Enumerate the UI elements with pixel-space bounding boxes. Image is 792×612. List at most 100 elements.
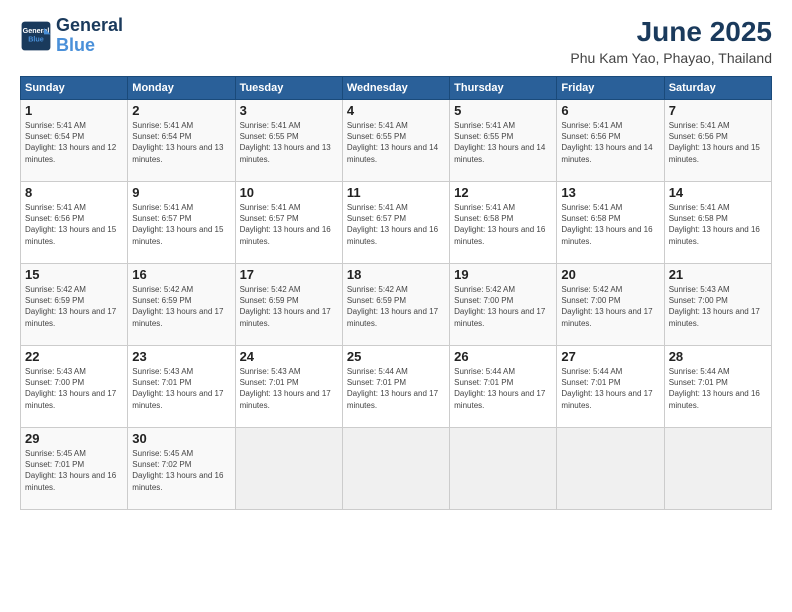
day-info: Sunrise: 5:42 AMSunset: 6:59 PMDaylight:… (25, 285, 116, 328)
day-info: Sunrise: 5:41 AMSunset: 6:57 PMDaylight:… (240, 203, 331, 246)
day-number: 15 (25, 267, 123, 282)
calendar-cell: 14Sunrise: 5:41 AMSunset: 6:58 PMDayligh… (664, 182, 771, 264)
day-info: Sunrise: 5:41 AMSunset: 6:56 PMDaylight:… (669, 121, 760, 164)
calendar-cell: 27Sunrise: 5:44 AMSunset: 7:01 PMDayligh… (557, 346, 664, 428)
day-number: 5 (454, 103, 552, 118)
col-tuesday: Tuesday (235, 77, 342, 100)
day-info: Sunrise: 5:41 AMSunset: 6:55 PMDaylight:… (347, 121, 438, 164)
col-monday: Monday (128, 77, 235, 100)
day-number: 9 (132, 185, 230, 200)
day-number: 2 (132, 103, 230, 118)
day-info: Sunrise: 5:41 AMSunset: 6:56 PMDaylight:… (25, 203, 116, 246)
day-number: 25 (347, 349, 445, 364)
day-number: 26 (454, 349, 552, 364)
calendar-cell (235, 428, 342, 510)
calendar-cell: 17Sunrise: 5:42 AMSunset: 6:59 PMDayligh… (235, 264, 342, 346)
day-info: Sunrise: 5:41 AMSunset: 6:58 PMDaylight:… (669, 203, 760, 246)
day-number: 18 (347, 267, 445, 282)
day-info: Sunrise: 5:43 AMSunset: 7:00 PMDaylight:… (25, 367, 116, 410)
calendar-cell (557, 428, 664, 510)
day-number: 19 (454, 267, 552, 282)
logo-text: General Blue (56, 16, 123, 56)
day-info: Sunrise: 5:42 AMSunset: 6:59 PMDaylight:… (347, 285, 438, 328)
logo: General Blue General Blue (20, 16, 123, 56)
day-number: 7 (669, 103, 767, 118)
col-thursday: Thursday (450, 77, 557, 100)
calendar-row: 1 Sunrise: 5:41 AMSunset: 6:54 PMDaylight… (21, 100, 772, 182)
calendar-cell: 10 Sunrise: 5:41 AMSunset: 6:57 PMDayligh… (235, 182, 342, 264)
calendar-cell: 16Sunrise: 5:42 AMSunset: 6:59 PMDayligh… (128, 264, 235, 346)
col-friday: Friday (557, 77, 664, 100)
calendar-cell (450, 428, 557, 510)
calendar-cell: 22 Sunrise: 5:43 AMSunset: 7:00 PMDayligh… (21, 346, 128, 428)
calendar-row: 22 Sunrise: 5:43 AMSunset: 7:00 PMDayligh… (21, 346, 772, 428)
day-info: Sunrise: 5:43 AMSunset: 7:01 PMDaylight:… (132, 367, 223, 410)
day-number: 3 (240, 103, 338, 118)
calendar-cell: 3 Sunrise: 5:41 AMSunset: 6:55 PMDaylight… (235, 100, 342, 182)
day-info: Sunrise: 5:44 AMSunset: 7:01 PMDaylight:… (561, 367, 652, 410)
day-info: Sunrise: 5:42 AMSunset: 7:00 PMDaylight:… (454, 285, 545, 328)
calendar-cell: 1 Sunrise: 5:41 AMSunset: 6:54 PMDaylight… (21, 100, 128, 182)
calendar-cell: 18 Sunrise: 5:42 AMSunset: 6:59 PMDayligh… (342, 264, 449, 346)
calendar-cell: 2 Sunrise: 5:41 AMSunset: 6:54 PMDaylight… (128, 100, 235, 182)
page: General Blue General Blue June 2025 Phu … (0, 0, 792, 612)
day-number: 24 (240, 349, 338, 364)
day-number: 23 (132, 349, 230, 364)
col-sunday: Sunday (21, 77, 128, 100)
calendar-cell: 4 Sunrise: 5:41 AMSunset: 6:55 PMDaylight… (342, 100, 449, 182)
day-number: 21 (669, 267, 767, 282)
calendar-row: 8 Sunrise: 5:41 AMSunset: 6:56 PMDaylight… (21, 182, 772, 264)
calendar-cell (664, 428, 771, 510)
day-number: 17 (240, 267, 338, 282)
col-saturday: Saturday (664, 77, 771, 100)
day-number: 1 (25, 103, 123, 118)
calendar-cell: 13Sunrise: 5:41 AMSunset: 6:58 PMDayligh… (557, 182, 664, 264)
calendar-cell: 24 Sunrise: 5:43 AMSunset: 7:01 PMDayligh… (235, 346, 342, 428)
calendar-cell: 30 Sunrise: 5:45 AMSunset: 7:02 PMDayligh… (128, 428, 235, 510)
day-number: 22 (25, 349, 123, 364)
day-info: Sunrise: 5:41 AMSunset: 6:54 PMDaylight:… (25, 121, 116, 164)
calendar-cell: 15 Sunrise: 5:42 AMSunset: 6:59 PMDayligh… (21, 264, 128, 346)
calendar-cell: 11Sunrise: 5:41 AMSunset: 6:57 PMDayligh… (342, 182, 449, 264)
calendar-cell: 5 Sunrise: 5:41 AMSunset: 6:55 PMDaylight… (450, 100, 557, 182)
day-number: 13 (561, 185, 659, 200)
header: General Blue General Blue June 2025 Phu … (20, 16, 772, 66)
calendar-table: Sunday Monday Tuesday Wednesday Thursday… (20, 76, 772, 510)
day-info: Sunrise: 5:41 AMSunset: 6:56 PMDaylight:… (561, 121, 652, 164)
day-info: Sunrise: 5:41 AMSunset: 6:57 PMDaylight:… (132, 203, 223, 246)
day-number: 10 (240, 185, 338, 200)
calendar-cell: 9 Sunrise: 5:41 AMSunset: 6:57 PMDaylight… (128, 182, 235, 264)
day-number: 16 (132, 267, 230, 282)
day-number: 29 (25, 431, 123, 446)
day-info: Sunrise: 5:44 AMSunset: 7:01 PMDaylight:… (669, 367, 760, 410)
day-info: Sunrise: 5:45 AMSunset: 7:01 PMDaylight:… (25, 449, 116, 492)
logo-icon: General Blue (20, 20, 52, 52)
svg-text:Blue: Blue (28, 34, 44, 43)
title-block: June 2025 Phu Kam Yao, Phayao, Thailand (570, 16, 772, 66)
calendar-cell: 20Sunrise: 5:42 AMSunset: 7:00 PMDayligh… (557, 264, 664, 346)
day-number: 12 (454, 185, 552, 200)
calendar-cell: 29 Sunrise: 5:45 AMSunset: 7:01 PMDayligh… (21, 428, 128, 510)
day-info: Sunrise: 5:41 AMSunset: 6:54 PMDaylight:… (132, 121, 223, 164)
day-info: Sunrise: 5:41 AMSunset: 6:55 PMDaylight:… (454, 121, 545, 164)
day-info: Sunrise: 5:45 AMSunset: 7:02 PMDaylight:… (132, 449, 223, 492)
calendar-cell: 12 Sunrise: 5:41 AMSunset: 6:58 PMDayligh… (450, 182, 557, 264)
calendar-cell: 25 Sunrise: 5:44 AMSunset: 7:01 PMDayligh… (342, 346, 449, 428)
col-wednesday: Wednesday (342, 77, 449, 100)
calendar-row: 29 Sunrise: 5:45 AMSunset: 7:01 PMDayligh… (21, 428, 772, 510)
day-info: Sunrise: 5:41 AMSunset: 6:57 PMDaylight:… (347, 203, 438, 246)
day-info: Sunrise: 5:41 AMSunset: 6:55 PMDaylight:… (240, 121, 331, 164)
day-number: 8 (25, 185, 123, 200)
day-info: Sunrise: 5:44 AMSunset: 7:01 PMDaylight:… (454, 367, 545, 410)
day-number: 4 (347, 103, 445, 118)
day-info: Sunrise: 5:43 AMSunset: 7:01 PMDaylight:… (240, 367, 331, 410)
main-title: June 2025 (570, 16, 772, 48)
day-number: 30 (132, 431, 230, 446)
calendar-cell: 26 Sunrise: 5:44 AMSunset: 7:01 PMDayligh… (450, 346, 557, 428)
day-info: Sunrise: 5:44 AMSunset: 7:01 PMDaylight:… (347, 367, 438, 410)
day-number: 6 (561, 103, 659, 118)
day-number: 20 (561, 267, 659, 282)
calendar-cell: 28Sunrise: 5:44 AMSunset: 7:01 PMDayligh… (664, 346, 771, 428)
day-info: Sunrise: 5:41 AMSunset: 6:58 PMDaylight:… (454, 203, 545, 246)
calendar-cell (342, 428, 449, 510)
